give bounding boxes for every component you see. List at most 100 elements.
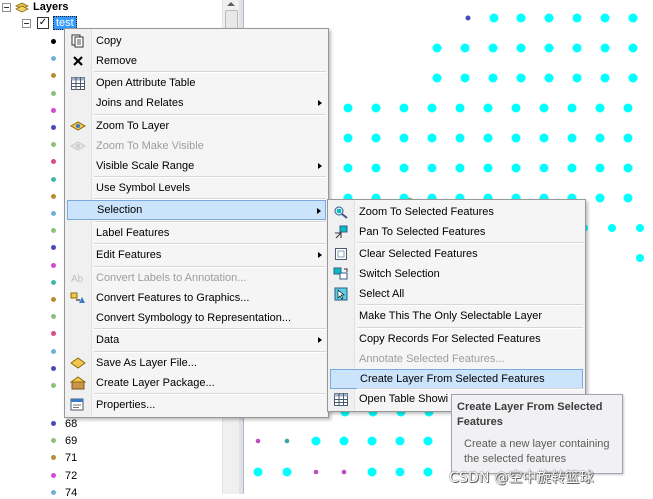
- menu-item-zoom-to-selected-features[interactable]: Zoom To Selected Features: [330, 202, 583, 222]
- menu-item-label: Zoom To Layer: [96, 120, 170, 132]
- legend-symbol: [51, 176, 56, 182]
- menu-item-joins-and-relates[interactable]: Joins and Relates: [67, 93, 326, 113]
- legend-symbol: [51, 211, 56, 216]
- menu-item-convert-features-to-graphics[interactable]: Convert Features to Graphics...: [67, 288, 326, 308]
- convert-graphics-icon: [70, 290, 86, 306]
- legend-symbol: [51, 455, 56, 461]
- menu-item-make-this-the-only-selectable-layer[interactable]: Make This The Only Selectable Layer: [330, 306, 583, 326]
- remove-icon: [70, 53, 86, 69]
- menu-item-switch-selection[interactable]: Switch Selection: [330, 264, 583, 284]
- menu-item-label: Pan To Selected Features: [359, 226, 486, 238]
- menu-item-remove[interactable]: Remove: [67, 51, 326, 71]
- layer-package-icon: [70, 375, 86, 391]
- layers-root-row[interactable]: Layers: [2, 0, 68, 15]
- map-point: [339, 436, 349, 446]
- collapse-toggle[interactable]: [2, 2, 11, 12]
- menu-item-selection[interactable]: Selection: [67, 200, 326, 220]
- table-icon: [70, 75, 86, 91]
- menu-item-annotate-selected-features[interactable]: Annotate Selected Features...: [330, 349, 583, 369]
- legend-symbol: [51, 314, 56, 320]
- map-point: [432, 43, 442, 53]
- map-point: [595, 103, 605, 113]
- legend-symbol: [51, 228, 56, 234]
- menu-item-zoom-to-layer[interactable]: Zoom To Layer: [67, 116, 326, 136]
- menu-item-convert-symbology-to-representation[interactable]: Convert Symbology to Representation...: [67, 308, 326, 328]
- menu-item-create-layer-from-selected-features[interactable]: Create Layer From Selected Features: [330, 369, 583, 389]
- map-point: [516, 73, 526, 83]
- legend-symbol: [51, 383, 56, 388]
- menu-item-create-layer-package[interactable]: Create Layer Package...: [67, 373, 326, 393]
- menu-item-properties[interactable]: Properties...: [67, 395, 326, 415]
- legend-symbol: [51, 489, 56, 495]
- tooltip-title: Create Layer From Selected Features: [457, 401, 603, 428]
- map-point: [313, 469, 319, 475]
- menu-item-pan-to-selected-features[interactable]: Pan To Selected Features: [330, 222, 583, 242]
- scroll-up-arrow-icon[interactable]: [227, 2, 235, 6]
- scrollbar-thumb[interactable]: [225, 10, 238, 30]
- menu-item-label: Open Table Showi: [359, 393, 449, 405]
- layer-collapse-toggle[interactable]: [22, 18, 31, 28]
- map-point: [628, 73, 638, 83]
- map-point: [367, 436, 377, 446]
- watermark: CSDN @空中旋转篮球: [449, 470, 594, 486]
- map-point: [255, 438, 261, 444]
- layers-icon: [15, 2, 29, 12]
- menu-item-save-as-layer-file[interactable]: Save As Layer File...: [67, 353, 326, 373]
- convert-labels-icon: Ab: [70, 270, 86, 286]
- map-point: [511, 103, 521, 113]
- map-point: [465, 15, 471, 21]
- legend-symbol: [51, 56, 56, 62]
- map-point: [427, 103, 437, 113]
- map-point: [311, 436, 321, 446]
- legend-symbol: [51, 331, 56, 337]
- map-point: [516, 43, 526, 53]
- zoom-layer-icon: [70, 118, 86, 134]
- legend-symbol: [51, 262, 56, 268]
- legend-symbol: [51, 297, 56, 302]
- map-point: [399, 103, 409, 113]
- menu-item-copy-records-for-selected-features[interactable]: Copy Records For Selected Features: [330, 329, 583, 349]
- menu-item-label: Annotate Selected Features...: [359, 353, 505, 365]
- map-point: [567, 103, 577, 113]
- map-point: [343, 163, 353, 173]
- submenu-arrow-icon: [318, 252, 322, 258]
- selection-submenu: Zoom To Selected Features Pan To Selected…: [327, 199, 586, 412]
- map-point: [367, 467, 377, 477]
- menu-item-use-symbol-levels[interactable]: Use Symbol Levels: [67, 178, 326, 198]
- legend-symbol: [51, 279, 56, 285]
- legend-symbol: [51, 438, 56, 444]
- menu-item-data[interactable]: Data: [67, 330, 326, 350]
- menu-item-copy[interactable]: Copy: [67, 31, 326, 51]
- menu-item-label: Visible Scale Range: [96, 160, 195, 172]
- menu-item-zoom-to-make-visible[interactable]: Zoom To Make Visible: [67, 136, 326, 156]
- menu-item-convert-labels-to-annotation[interactable]: Ab Convert Labels to Annotation...: [67, 268, 326, 288]
- menu-item-select-all[interactable]: Select All: [330, 284, 583, 304]
- copy-icon: [70, 33, 86, 49]
- map-point: [432, 73, 442, 83]
- map-point: [343, 133, 353, 143]
- map-point: [395, 467, 405, 477]
- map-point: [623, 193, 633, 203]
- menu-item-label-features[interactable]: Label Features: [67, 223, 326, 243]
- properties-icon: [70, 397, 86, 413]
- clear-selection-icon: [333, 246, 349, 262]
- map-point: [544, 13, 554, 23]
- menu-item-clear-selected-features[interactable]: Clear Selected Features: [330, 244, 583, 264]
- menu-item-visible-scale-range[interactable]: Visible Scale Range: [67, 156, 326, 176]
- menu-item-label: Copy: [96, 35, 122, 47]
- menu-item-edit-features[interactable]: Edit Features: [67, 245, 326, 265]
- menu-item-label: Zoom To Make Visible: [96, 140, 204, 152]
- submenu-arrow-icon: [318, 100, 322, 106]
- menu-item-open-attribute-table[interactable]: Open Attribute Table: [67, 73, 326, 93]
- layer-visibility-checkbox[interactable]: ✓: [37, 17, 49, 29]
- legend-symbol: [51, 245, 56, 251]
- legend-label: 71: [65, 452, 78, 465]
- map-point: [371, 163, 381, 173]
- menu-tooltip: Create Layer From Selected Features Crea…: [451, 394, 623, 474]
- menu-item-label: Clear Selected Features: [359, 248, 478, 260]
- map-point: [489, 13, 499, 23]
- map-point: [483, 133, 493, 143]
- menu-item-label: Edit Features: [96, 249, 162, 261]
- map-point: [572, 43, 582, 53]
- legend-label: 68: [65, 418, 78, 430]
